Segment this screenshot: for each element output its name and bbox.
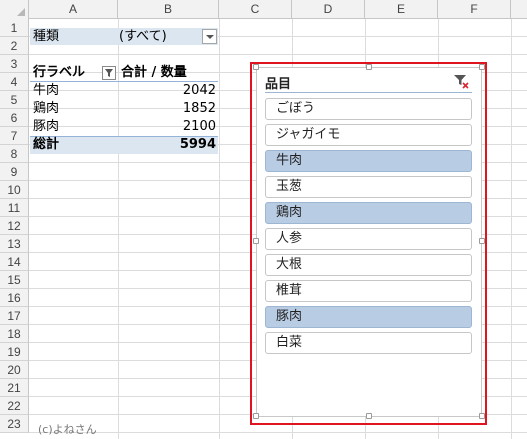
resize-handle[interactable] <box>253 238 259 244</box>
row-header[interactable]: 20 <box>0 361 29 379</box>
pivot-row-value: 2042 <box>182 83 216 98</box>
row-header[interactable]: 7 <box>0 127 29 145</box>
slicer-item[interactable]: 玉葱 <box>265 176 472 198</box>
grid-line <box>511 19 512 439</box>
slicer-item[interactable]: 白菜 <box>265 332 472 354</box>
row-header[interactable]: 16 <box>0 289 29 307</box>
pivot-row-label: 豚肉 <box>33 119 60 134</box>
column-header-a[interactable]: A <box>29 0 118 19</box>
row-header[interactable]: 4 <box>0 73 29 91</box>
slicer-item[interactable]: 椎茸 <box>265 280 472 302</box>
resize-handle[interactable] <box>253 413 259 419</box>
pivot-row-value: 2100 <box>182 119 216 134</box>
resize-handle[interactable] <box>253 64 259 70</box>
slicer-item[interactable]: 鶏肉 <box>265 202 472 224</box>
row-header[interactable]: 22 <box>0 397 29 415</box>
column-header-row: A B C D E F <box>0 0 527 19</box>
row-header[interactable]: 3 <box>0 55 29 73</box>
row-header[interactable]: 6 <box>0 109 29 127</box>
slicer-title: 品目 <box>265 77 292 92</box>
grid-line <box>219 19 220 439</box>
row-header[interactable]: 19 <box>0 343 29 361</box>
resize-handle[interactable] <box>479 238 485 244</box>
row-header[interactable]: 18 <box>0 325 29 343</box>
pivot-row-label: 鶏肉 <box>33 101 60 116</box>
value-header: 合計 / 数量 <box>121 65 187 80</box>
row-header[interactable]: 10 <box>0 181 29 199</box>
slicer-item[interactable]: 豚肉 <box>265 306 472 328</box>
row-header[interactable]: 15 <box>0 271 29 289</box>
row-header[interactable]: 9 <box>0 163 29 181</box>
column-header-b[interactable]: B <box>118 0 219 19</box>
grand-total-value: 5994 <box>179 137 216 152</box>
row-label-filter-button[interactable] <box>102 66 116 80</box>
pivot-row-value: 1852 <box>182 101 216 116</box>
row-header[interactable]: 11 <box>0 199 29 217</box>
resize-handle[interactable] <box>366 413 372 419</box>
grid-line <box>29 54 527 55</box>
pivot-row-label: 牛肉 <box>33 83 60 98</box>
slicer-item[interactable]: 人参 <box>265 228 472 250</box>
row-header[interactable]: 23 <box>0 415 29 433</box>
column-header-e[interactable]: E <box>365 0 438 19</box>
row-header[interactable]: 2 <box>0 37 29 55</box>
resize-handle[interactable] <box>479 413 485 419</box>
row-header[interactable]: 21 <box>0 379 29 397</box>
filter-dropdown-button[interactable] <box>202 29 217 44</box>
grid-line <box>29 432 527 433</box>
row-header[interactable]: 12 <box>0 217 29 235</box>
grand-total-label: 総計 <box>33 137 60 152</box>
filter-clear-icon[interactable] <box>453 73 469 89</box>
row-header[interactable]: 1 <box>0 19 29 37</box>
row-header[interactable]: 17 <box>0 307 29 325</box>
row-labels-header: 行ラベル <box>33 65 86 80</box>
row-header[interactable]: 8 <box>0 145 29 163</box>
slicer-title-divider <box>265 92 472 93</box>
column-header-c[interactable]: C <box>219 0 292 19</box>
column-header-f[interactable]: F <box>438 0 511 19</box>
select-all-corner[interactable] <box>0 0 29 19</box>
slicer-panel[interactable]: 品目 ごぼうジャガイモ牛肉玉葱鶏肉人参大根椎茸豚肉白菜 <box>256 67 482 417</box>
pivot-filter-value: (すべて) <box>119 29 167 44</box>
spreadsheet: A B C D E F 1 2 3 4 5 6 7 8 9 10 11 12 13 14 15 16 17 18 1… <box>0 0 527 439</box>
resize-handle[interactable] <box>366 64 372 70</box>
row-header[interactable]: 5 <box>0 91 29 109</box>
row-header[interactable]: 14 <box>0 253 29 271</box>
row-header[interactable]: 13 <box>0 235 29 253</box>
column-header-d[interactable]: D <box>292 0 365 19</box>
slicer-item[interactable]: 大根 <box>265 254 472 276</box>
watermark-text: (c)よねさん <box>38 423 97 436</box>
slicer-item[interactable]: 牛肉 <box>265 150 472 172</box>
slicer-item[interactable]: ジャガイモ <box>265 124 472 146</box>
pivot-filter-label: 種類 <box>33 29 60 44</box>
filter-icon <box>105 69 113 77</box>
resize-handle[interactable] <box>479 64 485 70</box>
slicer-item[interactable]: ごぼう <box>265 98 472 120</box>
